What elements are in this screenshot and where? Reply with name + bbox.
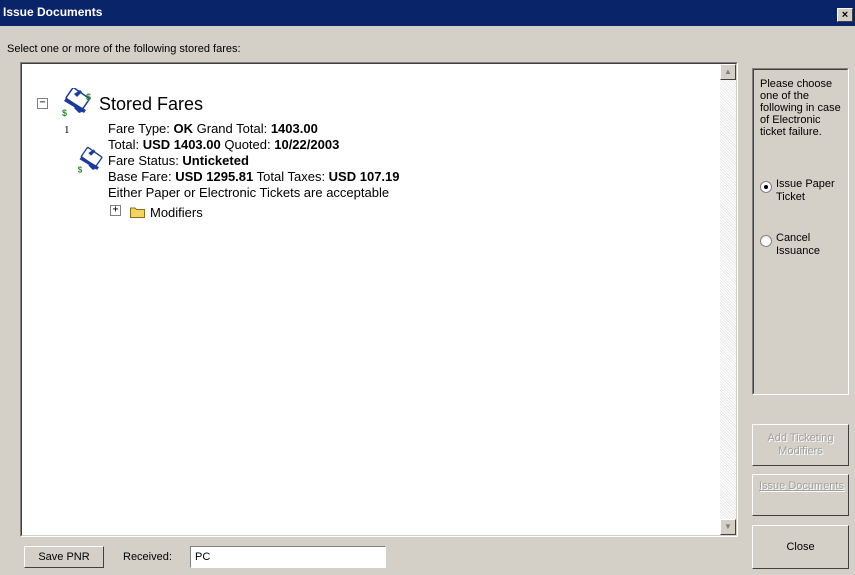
issue-paper-ticket-radio[interactable]	[760, 181, 772, 193]
window-title: Issue Documents	[3, 5, 103, 19]
issue-documents-button[interactable]: Issue Documents	[752, 474, 849, 516]
title-bar: Issue Documents ×	[0, 0, 855, 26]
tree-root-label[interactable]: Stored Fares	[99, 94, 203, 115]
fare-status-line[interactable]: Fare Status: Unticketed	[108, 153, 249, 168]
fare-type-line[interactable]: Fare Type: OK Grand Total: 1403.00	[108, 121, 318, 136]
scroll-down-button[interactable]: ▼	[720, 519, 736, 535]
base-fare-line[interactable]: Base Fare: USD 1295.81 Total Taxes: USD …	[108, 169, 400, 184]
tree-vertical-scrollbar[interactable]: ▲ ▼	[720, 64, 736, 535]
scroll-up-button[interactable]: ▲	[720, 64, 736, 80]
fare-ticket-icon: $	[76, 146, 106, 179]
received-input[interactable]	[190, 546, 386, 568]
modifiers-node-label[interactable]: Modifiers	[150, 205, 203, 220]
expand-modifiers-button[interactable]: +	[110, 205, 121, 216]
failure-options-message: Please choose one of the following in ca…	[760, 78, 841, 138]
close-window-button[interactable]: ×	[837, 8, 853, 22]
cancel-issuance-label[interactable]: Cancel Issuance	[776, 232, 848, 258]
failure-options-group: Please choose one of the following in ca…	[752, 68, 849, 395]
svg-text:$: $	[86, 92, 91, 102]
fare-ticket-icon: $ $	[60, 86, 94, 121]
svg-text:$: $	[62, 108, 67, 118]
collapse-root-button[interactable]: −	[37, 98, 48, 109]
issue-paper-ticket-label[interactable]: Issue Paper Ticket	[776, 178, 848, 204]
close-button[interactable]: Close	[752, 525, 849, 569]
svg-text:$: $	[78, 165, 83, 174]
ticket-type-note: Either Paper or Electronic Tickets are a…	[108, 185, 390, 200]
received-label: Received:	[123, 551, 172, 563]
folder-icon	[130, 206, 145, 218]
save-pnr-button[interactable]: Save PNR	[24, 546, 104, 568]
fare-total-line[interactable]: Total: USD 1403.00 Quoted: 10/22/2003	[108, 137, 339, 152]
add-ticketing-modifiers-button[interactable]: Add Ticketing Modifiers	[752, 424, 849, 466]
fare-number: 1	[64, 124, 70, 136]
cancel-issuance-radio[interactable]	[760, 235, 772, 247]
stored-fares-tree[interactable]: − $ $ Stored Fares 1 Fare Type: OK Grand…	[20, 62, 738, 537]
instruction-label: Select one or more of the following stor…	[7, 43, 241, 55]
